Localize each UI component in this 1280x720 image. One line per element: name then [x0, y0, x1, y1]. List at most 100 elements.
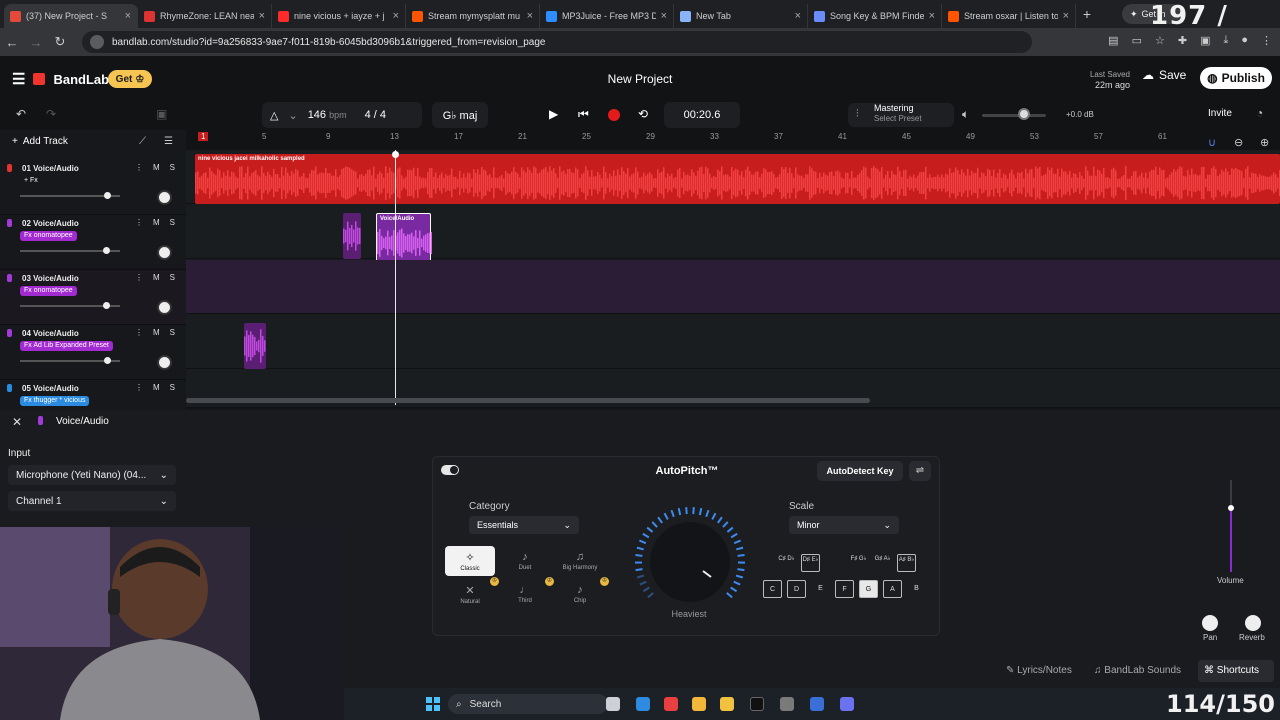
solo-button[interactable]: S — [170, 163, 175, 172]
key-sharp-3[interactable]: F♯ G♭ — [849, 554, 868, 572]
mute-button[interactable]: M — [153, 383, 160, 392]
preset-classic[interactable]: ✧ Classic — [445, 546, 495, 576]
bookmark-star-icon[interactable]: ☆ — [1155, 34, 1165, 47]
track-fx-badge[interactable]: Fx thugger * vicious — [20, 396, 90, 406]
tab-close-icon[interactable]: × — [795, 10, 801, 22]
chevron-down-icon[interactable]: ⌄ — [288, 109, 297, 122]
key-g[interactable]: G — [859, 580, 878, 598]
bell-icon[interactable]: ◔ — [1256, 106, 1263, 120]
lane-3[interactable] — [186, 260, 1280, 314]
hamburger-icon[interactable]: ☰ — [12, 70, 25, 88]
audio-clip-track1[interactable]: nine vicious jacei milkaholic sampled — [195, 154, 1280, 204]
key-f[interactable]: F — [835, 580, 854, 598]
tab-close-icon[interactable]: × — [527, 10, 533, 22]
reload-icon[interactable]: ↻ — [48, 34, 72, 50]
heaviness-knob[interactable] — [633, 505, 747, 619]
mute-button[interactable]: M — [153, 328, 160, 337]
back-icon[interactable]: ← — [0, 35, 24, 50]
site-info-icon[interactable] — [90, 35, 104, 49]
track-fx-badge[interactable]: + Fx — [20, 176, 42, 186]
track-name[interactable]: 03 Voice/Audio — [22, 274, 79, 283]
track-header-1[interactable]: 01 Voice/Audio ⋮MS⌄ + Fx — [0, 160, 192, 215]
windows-start-icon[interactable] — [426, 697, 440, 711]
edge-icon[interactable] — [636, 697, 650, 711]
track-menu-icon[interactable]: ⋮ — [135, 383, 143, 392]
solo-button[interactable]: S — [170, 328, 175, 337]
get-membership-button[interactable]: Get ♔ — [108, 70, 152, 88]
zoom-out-icon[interactable]: ⊖ — [1234, 136, 1243, 149]
project-title[interactable]: New Project — [560, 72, 720, 86]
lane-1[interactable]: nine vicious jacei milkaholic sampled — [186, 150, 1280, 204]
preset-big-harmony[interactable]: ♫ Big Harmony — [555, 546, 605, 576]
solo-button[interactable]: S — [170, 383, 175, 392]
track-menu-icon[interactable]: ⋮ — [135, 328, 143, 337]
track-name[interactable]: 05 Voice/Audio — [22, 384, 79, 393]
forward-icon[interactable]: → — [24, 35, 48, 50]
sidepanel-icon[interactable]: ▣ — [1200, 34, 1210, 47]
play-icon[interactable]: ▶ — [549, 107, 558, 121]
key-sharp-5[interactable]: A♯ B♭ — [897, 554, 916, 572]
url-field[interactable]: bandlab.com/studio?id=9a256833-9ae7-f011… — [82, 31, 1032, 53]
track-volume-handle[interactable] — [103, 247, 110, 254]
save-button[interactable]: ☁ Save — [1142, 68, 1186, 82]
wand-icon[interactable]: ⟋ — [139, 136, 146, 147]
key-b[interactable]: B — [907, 580, 926, 598]
track-fx-badge[interactable]: Fx onomatopee — [20, 231, 77, 241]
settings-icon[interactable] — [780, 697, 794, 711]
solo-button[interactable]: S — [170, 218, 175, 227]
track-volume-handle[interactable] — [103, 302, 110, 309]
magnet-icon[interactable]: ∪ — [1208, 136, 1216, 149]
track-header-4[interactable]: 04 Voice/Audio ⋮MS⌄ Fx Ad Lib Expanded P… — [0, 325, 192, 380]
audio-clip-track2b[interactable]: Voice/Audio — [376, 213, 432, 263]
zoom-in-icon[interactable]: ⊕ — [1260, 136, 1269, 149]
track-header-2[interactable]: 02 Voice/Audio ⋮MS⌄ Fx onomatopee — [0, 215, 192, 270]
publish-button[interactable]: ◍ Publish — [1200, 67, 1272, 89]
track-settings-icon[interactable]: ☰ — [164, 136, 173, 147]
mastering-button[interactable]: ⫶ Mastering Select Preset — [848, 103, 954, 127]
lane-2[interactable]: Voice/Audio — [186, 205, 1280, 263]
browser-tab-6[interactable]: New Tab × — [674, 4, 808, 28]
loop-icon[interactable]: ⟲ — [638, 107, 648, 121]
browser-tab-3[interactable]: nine vicious + iayze + j × — [272, 4, 406, 28]
track-name[interactable]: 02 Voice/Audio — [22, 219, 79, 228]
app-icon[interactable] — [810, 697, 824, 711]
pan-knob[interactable] — [1202, 615, 1218, 631]
track-fx-badge[interactable]: Fx Ad Lib Expanded Preset — [20, 341, 113, 351]
key-button[interactable]: G♭ maj — [432, 102, 488, 128]
audio-clip-track2a[interactable] — [343, 213, 361, 259]
key-e[interactable]: E — [811, 580, 830, 598]
mute-button[interactable]: M — [153, 218, 160, 227]
key-sharp-2[interactable]: D♯ E♭ — [801, 554, 820, 572]
master-volume-knob[interactable] — [1018, 108, 1030, 120]
tab-close-icon[interactable]: × — [259, 10, 265, 22]
key-sharp-1[interactable]: C♯ D♭ — [777, 554, 796, 572]
track-menu-icon[interactable]: ⋮ — [135, 163, 143, 172]
undo-icon[interactable]: ↶ — [16, 107, 26, 121]
audio-clip-track4[interactable] — [244, 323, 266, 369]
cast-icon[interactable]: ▭ — [1132, 34, 1142, 47]
key-sharp-4[interactable]: G♯ A♭ — [873, 554, 892, 572]
track-menu-icon[interactable]: ⋮ — [135, 273, 143, 282]
track-name[interactable]: 04 Voice/Audio — [22, 329, 79, 338]
brand[interactable]: ☰ BandLab — [12, 70, 109, 88]
redo-icon[interactable]: ↷ — [46, 107, 56, 121]
add-track-button[interactable]: + Add Track — [12, 136, 68, 147]
rewind-icon[interactable]: ⏮ — [578, 107, 589, 122]
close-icon[interactable]: ✕ — [12, 415, 22, 429]
input-device-select[interactable]: Microphone (Yeti Nano) (04... ⌄ — [8, 465, 176, 485]
track-menu-icon[interactable]: ⋮ — [135, 218, 143, 227]
tab-close-icon[interactable]: × — [1063, 10, 1069, 22]
browser-tab-1[interactable]: (37) New Project - S × — [4, 4, 138, 28]
time-signature[interactable]: 4 / 4 — [365, 109, 386, 121]
menu-dots-icon[interactable]: ⋮ — [1261, 34, 1272, 47]
panel-toggle-icon[interactable]: ▣ — [156, 107, 167, 121]
track-name[interactable]: 01 Voice/Audio — [22, 164, 79, 173]
track-fx-badge[interactable]: Fx onomatopee — [20, 286, 77, 296]
browser-tab-7[interactable]: Song Key & BPM Finde × — [808, 4, 942, 28]
invite-button[interactable]: Invite — [1208, 108, 1232, 119]
playhead-handle[interactable] — [392, 151, 399, 158]
store-icon[interactable] — [664, 697, 678, 711]
playhead[interactable] — [395, 150, 396, 405]
metronome-icon[interactable]: △ — [270, 109, 278, 122]
reader-icon[interactable]: ▤ — [1108, 34, 1118, 47]
